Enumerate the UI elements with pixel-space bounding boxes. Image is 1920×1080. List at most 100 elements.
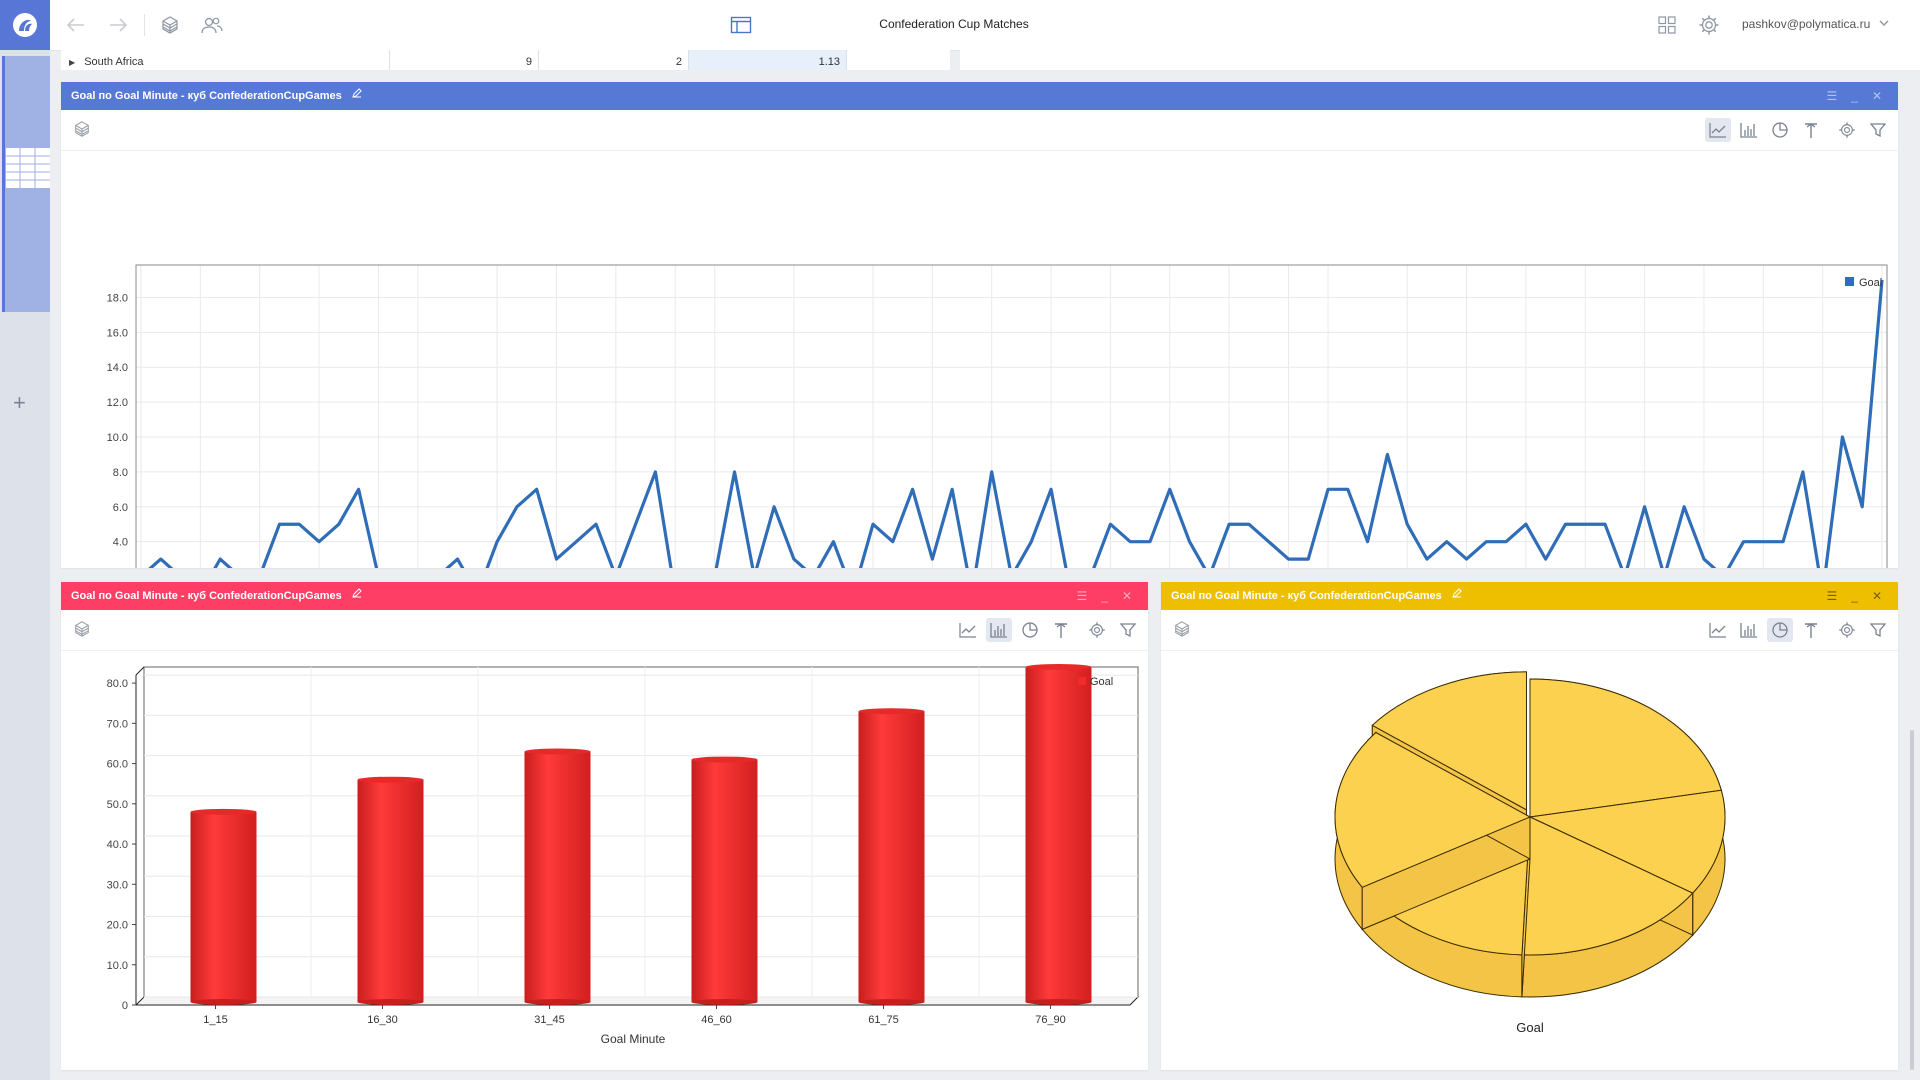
bar-61_75 bbox=[858, 711, 925, 1002]
pie-chart-icon[interactable] bbox=[1767, 118, 1793, 142]
x-tick-label: 31_45 bbox=[534, 1014, 565, 1026]
sheet-thumbnail[interactable] bbox=[2, 56, 50, 312]
x-tick-label: 76_90 bbox=[1035, 1014, 1066, 1026]
edit-title-icon[interactable] bbox=[351, 582, 363, 610]
bar-top bbox=[858, 708, 925, 715]
legend-label: Goal bbox=[1859, 277, 1882, 289]
y-tick-label: 0 bbox=[122, 1000, 128, 1012]
panel-header: Goal по Goal Minute - куб ConfederationC… bbox=[61, 582, 1148, 610]
legend-swatch bbox=[1078, 677, 1086, 685]
filter-icon[interactable] bbox=[1865, 618, 1891, 642]
filter-icon[interactable] bbox=[1115, 618, 1141, 642]
pivot-icon[interactable] bbox=[1798, 118, 1824, 142]
minimize-icon[interactable]: _ bbox=[1101, 589, 1108, 603]
y-tick-label: 18.0 bbox=[107, 292, 128, 304]
y-tick-label: 10.0 bbox=[107, 960, 128, 972]
cube-icon[interactable] bbox=[73, 620, 91, 643]
pie-chart: Goal bbox=[1334, 671, 1726, 1035]
close-icon[interactable]: ✕ bbox=[1872, 589, 1882, 603]
close-icon[interactable]: ✕ bbox=[1122, 589, 1132, 603]
add-sheet-icon[interactable]: + bbox=[13, 390, 26, 416]
cube-icon[interactable] bbox=[1173, 620, 1191, 643]
row-label-text: South Africa bbox=[84, 56, 144, 68]
panel-line-chart: Goal по Goal Minute - куб ConfederationC… bbox=[61, 82, 1898, 568]
line-chart: 2.04.06.08.010.012.014.016.018.014710131… bbox=[107, 264, 1888, 568]
cube-icon[interactable] bbox=[73, 120, 91, 143]
bar-chart: 0 10.0 20.0 30.0 40.0 50.0 60.0 70.0 80.0 1_15 16_… bbox=[107, 664, 1140, 1046]
layout-icon[interactable] bbox=[729, 13, 753, 37]
settings-gear-icon[interactable] bbox=[1084, 618, 1110, 642]
bar-bottom bbox=[1025, 999, 1092, 1005]
panel-bar-chart: Goal по Goal Minute - куб ConfederationC… bbox=[61, 582, 1148, 1070]
panel-title: Goal по Goal Minute - куб ConfederationC… bbox=[1171, 590, 1442, 602]
y-tick-label: 4.0 bbox=[113, 537, 128, 549]
settings-gear-icon[interactable] bbox=[1697, 13, 1721, 37]
panel-title: Goal по Goal Minute - куб ConfederationC… bbox=[71, 590, 342, 602]
x-tick-label: 61_75 bbox=[868, 1014, 899, 1026]
layers-icon[interactable]: ☰ bbox=[1826, 89, 1837, 103]
line-chart-icon[interactable] bbox=[1705, 118, 1731, 142]
pivot-icon[interactable] bbox=[1798, 618, 1824, 642]
line-chart-icon[interactable] bbox=[1705, 618, 1731, 642]
pie-chart-icon[interactable] bbox=[1017, 618, 1043, 642]
panel-pie-chart: Goal по Goal Minute - куб ConfederationC… bbox=[1161, 582, 1898, 1070]
table-cell: 1.13 bbox=[689, 50, 847, 70]
bar-bottom bbox=[190, 999, 257, 1005]
edit-title-icon[interactable] bbox=[351, 82, 363, 110]
layers-icon[interactable]: ☰ bbox=[1826, 589, 1837, 603]
floor bbox=[134, 996, 1140, 1006]
panel-toolbar bbox=[1161, 610, 1898, 651]
panel-header: Goal по Goal Minute - куб ConfederationC… bbox=[61, 82, 1898, 110]
chevron-down-icon[interactable] bbox=[1878, 16, 1890, 34]
users-icon[interactable] bbox=[200, 13, 224, 37]
y-tick-label: 14.0 bbox=[107, 362, 128, 374]
settings-gear-icon[interactable] bbox=[1834, 618, 1860, 642]
line-chart-icon[interactable] bbox=[955, 618, 981, 642]
bar-16_30 bbox=[357, 779, 424, 1002]
bar-chart-icon[interactable] bbox=[986, 618, 1012, 642]
bar-top bbox=[691, 756, 758, 763]
grid-view-icon[interactable] bbox=[1655, 13, 1679, 37]
y-tick-label: 80.0 bbox=[107, 678, 128, 690]
close-icon[interactable]: ✕ bbox=[1872, 89, 1882, 103]
expand-triangle-icon[interactable]: ▶ bbox=[69, 58, 75, 67]
filter-icon[interactable] bbox=[1865, 118, 1891, 142]
edit-title-icon[interactable] bbox=[1451, 582, 1463, 610]
back-arrow-icon[interactable] bbox=[64, 13, 88, 37]
table-row-label[interactable]: ▶ South Africa bbox=[69, 50, 144, 70]
bar-bottom bbox=[691, 999, 758, 1005]
y-tick-label: 40.0 bbox=[107, 839, 128, 851]
back-wall bbox=[143, 666, 1139, 998]
bar-top bbox=[190, 808, 257, 815]
y-tick-label: 10.0 bbox=[107, 432, 128, 444]
pivot-icon[interactable] bbox=[1048, 618, 1074, 642]
pie-chart-icon[interactable] bbox=[1767, 618, 1793, 642]
toolbar-divider bbox=[144, 14, 145, 36]
settings-gear-icon[interactable] bbox=[1834, 118, 1860, 142]
user-account[interactable]: pashkov@polymatica.ru bbox=[1742, 17, 1870, 31]
cube-icon[interactable] bbox=[158, 13, 182, 37]
y-tick-label: 12.0 bbox=[107, 397, 128, 409]
bar-1_15 bbox=[190, 811, 257, 1002]
minimize-icon[interactable]: _ bbox=[1851, 89, 1858, 103]
plot-border bbox=[135, 264, 1888, 568]
y-tick-label: 30.0 bbox=[107, 879, 128, 891]
app-logo[interactable] bbox=[0, 0, 50, 50]
window-controls: ☰ _ ✕ bbox=[1826, 82, 1882, 110]
bar-chart-icon[interactable] bbox=[1736, 618, 1762, 642]
legend-label: Goal bbox=[1090, 676, 1113, 688]
x-tick-label: 16_30 bbox=[367, 1014, 398, 1026]
layers-icon[interactable]: ☰ bbox=[1076, 589, 1087, 603]
pie-label: Goal bbox=[1516, 1020, 1544, 1035]
y-tick-label: 20.0 bbox=[107, 920, 128, 932]
window-controls: ☰ _ ✕ bbox=[1826, 582, 1882, 610]
minimize-icon[interactable]: _ bbox=[1851, 589, 1858, 603]
panel-header: Goal по Goal Minute - куб ConfederationC… bbox=[1161, 582, 1898, 610]
x-axis-title: Goal Minute bbox=[601, 1032, 666, 1046]
scrollbar[interactable] bbox=[1910, 730, 1914, 1070]
y-tick-label: 16.0 bbox=[107, 327, 128, 339]
bar-chart-icon[interactable] bbox=[1736, 118, 1762, 142]
y-axis-corner bbox=[135, 666, 145, 676]
y-tick-label: 70.0 bbox=[107, 718, 128, 730]
forward-arrow-icon[interactable] bbox=[106, 13, 130, 37]
